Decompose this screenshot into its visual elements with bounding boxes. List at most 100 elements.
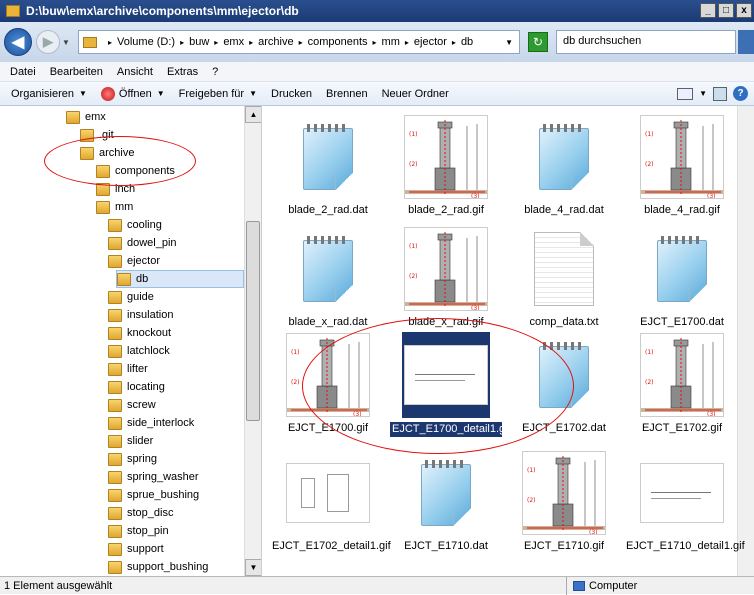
file-item[interactable]: (1) (2) (3) blade_4_rad.gif: [623, 114, 741, 232]
file-list[interactable]: blade_2_rad.dat (1) (2) (3) blade_2_rad.gifb…: [263, 106, 754, 576]
tree-item-spring[interactable]: spring: [108, 450, 157, 468]
breadcrumb-item[interactable]: buw: [189, 36, 209, 48]
scroll-down-button[interactable]: ▼: [245, 559, 261, 576]
organize-button[interactable]: Organisieren ▼: [4, 88, 94, 100]
search-icon[interactable]: [738, 30, 754, 54]
file-item[interactable]: (1) (2) (3) EJCT_E1700.gif: [269, 332, 387, 450]
file-item[interactable]: EJCT_E1700_detail1.gif: [387, 332, 511, 450]
breadcrumb-item[interactable]: emx: [223, 36, 244, 48]
window-title-bar[interactable]: D:\buw\emx\archive\components\mm\ejector…: [0, 0, 754, 22]
scrollbar-thumb[interactable]: [246, 221, 260, 421]
tree-item-ejector[interactable]: ejector: [108, 252, 160, 270]
menu-item[interactable]: Ansicht: [111, 66, 161, 78]
breadcrumb-item[interactable]: Volume (D:): [117, 36, 175, 48]
help-icon[interactable]: ?: [733, 86, 748, 101]
breadcrumb-separator-icon[interactable]: ▸: [214, 38, 218, 47]
breadcrumb-item[interactable]: components: [308, 36, 368, 48]
file-item[interactable]: EJCT_E1702_detail1.gif: [269, 450, 391, 568]
breadcrumb-separator-icon[interactable]: ▸: [180, 38, 184, 47]
chevron-down-icon[interactable]: ▼: [699, 89, 707, 98]
burn-button[interactable]: Brennen: [319, 88, 375, 100]
tree-item-mm[interactable]: mm: [96, 198, 133, 216]
breadcrumb-separator-icon[interactable]: ▸: [452, 38, 456, 47]
menu-item[interactable]: Datei: [4, 66, 44, 78]
tree-item-guide[interactable]: guide: [108, 288, 154, 306]
breadcrumb-separator-icon[interactable]: ▸: [373, 38, 377, 47]
file-item[interactable]: blade_2_rad.dat: [269, 114, 387, 232]
maximize-button[interactable]: □: [718, 3, 734, 18]
breadcrumb-item[interactable]: ejector: [414, 36, 447, 48]
file-name: blade_4_rad.dat: [524, 204, 604, 216]
tree-item-components[interactable]: components: [96, 162, 175, 180]
file-item[interactable]: (1) (2) (3) blade_x_rad.gif: [387, 226, 505, 344]
file-item[interactable]: comp_data.txt: [505, 226, 623, 344]
address-bar[interactable]: ▸ Volume (D:) ▸ buw ▸ emx ▸ archive ▸ components ▸…: [78, 30, 520, 54]
tree-item-archive[interactable]: archive: [80, 144, 134, 162]
tree-item-label: insulation: [127, 309, 174, 321]
file-item[interactable]: (1) (2) (3) EJCT_E1710.gif: [505, 450, 623, 568]
file-item[interactable]: blade_4_rad.dat: [505, 114, 623, 232]
view-options-icon[interactable]: [677, 87, 694, 100]
file-item[interactable]: (1) (2) (3) blade_2_rad.gif: [387, 114, 505, 232]
tree-item-cooling[interactable]: cooling: [108, 216, 162, 234]
open-button[interactable]: Öffnen ▼: [94, 86, 172, 101]
tree-item-lifter[interactable]: lifter: [108, 360, 148, 378]
tree-item-emx[interactable]: emx: [66, 108, 106, 126]
file-item[interactable]: (1) (2) (3) EJCT_E1702.gif: [623, 332, 741, 450]
tree-item-label: mm: [115, 201, 134, 213]
share-button[interactable]: Freigeben für ▼: [172, 88, 264, 100]
tree-item-stop-pin[interactable]: stop_pin: [108, 522, 169, 540]
close-button[interactable]: x: [736, 3, 752, 18]
breadcrumb-item[interactable]: mm: [382, 36, 400, 48]
tree-item-insulation[interactable]: insulation: [108, 306, 173, 324]
breadcrumb-separator-icon[interactable]: ▸: [249, 38, 253, 47]
file-item[interactable]: EJCT_E1700.dat: [623, 226, 741, 344]
breadcrumb-item[interactable]: db: [461, 36, 473, 48]
tree-item-slider[interactable]: slider: [108, 432, 153, 450]
scroll-up-button[interactable]: ▲: [245, 106, 261, 123]
file-name: blade_x_rad.dat: [288, 316, 368, 328]
tree-item-support[interactable]: support: [108, 540, 164, 558]
print-button[interactable]: Drucken: [264, 88, 319, 100]
tree-item-label: .git: [99, 129, 114, 141]
file-item[interactable]: EJCT_E1710.dat: [387, 450, 505, 568]
ejector-drawing-thumbnail: (1) (2) (3): [638, 332, 726, 418]
file-name: EJCT_E1700.gif: [287, 422, 369, 434]
breadcrumb-separator-icon[interactable]: ▸: [405, 38, 409, 47]
tree-item-support-bushing[interactable]: support_bushing: [108, 558, 208, 576]
tree-item-spring-washer[interactable]: spring_washer: [108, 468, 199, 486]
tree-item-dowel-pin[interactable]: dowel_pin: [108, 234, 177, 252]
tree-item--git[interactable]: .git: [80, 126, 114, 144]
tree-item-locating[interactable]: locating: [108, 378, 165, 396]
file-item[interactable]: EJCT_E1702.dat: [505, 332, 623, 450]
history-dropdown-icon[interactable]: ▼: [62, 38, 70, 47]
tree-item-inch[interactable]: inch: [96, 180, 135, 198]
breadcrumb-item[interactable]: archive: [258, 36, 293, 48]
tree-item-sprue-bushing[interactable]: sprue_bushing: [108, 486, 199, 504]
new-folder-button[interactable]: Neuer Ordner: [375, 88, 456, 100]
tree-item-latchlock[interactable]: latchlock: [108, 342, 170, 360]
menu-item[interactable]: Bearbeiten: [44, 66, 111, 78]
tree-item-db[interactable]: db: [116, 270, 244, 288]
tree-item-stop-disc[interactable]: stop_disc: [108, 504, 173, 522]
navigation-scrollbar[interactable]: ▲ ▼: [244, 106, 261, 576]
navigation-pane[interactable]: ▲ ▼ emx .git archive components inch mm coolin…: [0, 106, 262, 576]
chevron-down-icon[interactable]: ▼: [505, 38, 513, 47]
file-item[interactable]: EJCT_E1710_detail1.gif: [623, 450, 745, 568]
back-button[interactable]: ◀: [4, 28, 32, 56]
minimize-button[interactable]: _: [700, 3, 716, 18]
breadcrumb[interactable]: ▸ Volume (D:) ▸ buw ▸ emx ▸ archive ▸ components ▸…: [103, 36, 473, 48]
forward-button[interactable]: ▶: [36, 30, 60, 54]
breadcrumb-separator-icon[interactable]: ▸: [108, 38, 112, 47]
tree-item-side-interlock[interactable]: side_interlock: [108, 414, 194, 432]
menu-item[interactable]: ?: [206, 66, 226, 78]
preview-pane-icon[interactable]: [713, 86, 727, 101]
search-input[interactable]: db durchsuchen: [556, 30, 736, 54]
tree-item-screw[interactable]: screw: [108, 396, 156, 414]
tree-item-label: stop_disc: [127, 507, 174, 519]
menu-item[interactable]: Extras: [161, 66, 206, 78]
refresh-button[interactable]: ↻: [528, 32, 548, 52]
file-item[interactable]: blade_x_rad.dat: [269, 226, 387, 344]
tree-item-knockout[interactable]: knockout: [108, 324, 171, 342]
breadcrumb-separator-icon[interactable]: ▸: [299, 38, 303, 47]
